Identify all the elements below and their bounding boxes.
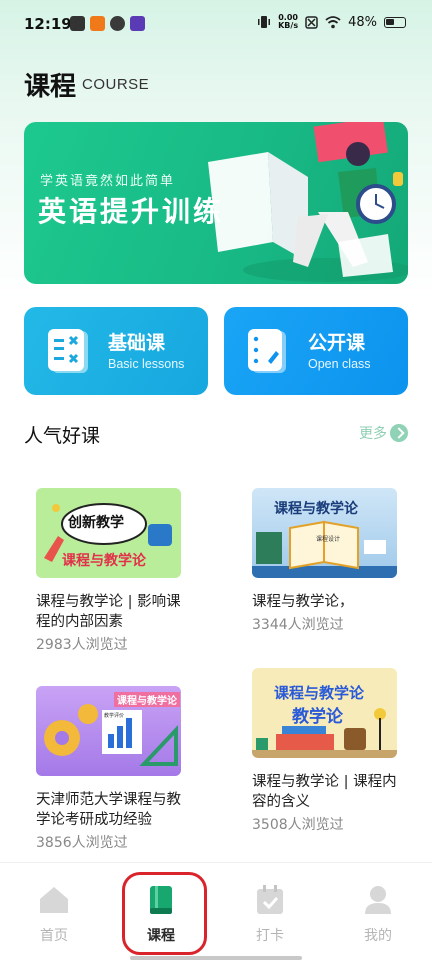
link-icon xyxy=(110,16,125,31)
battery-icon xyxy=(384,16,406,28)
course-title: 课程与教学论 | 课程内容的含义 xyxy=(252,774,397,810)
nav-mine-label: 我的 xyxy=(364,928,392,944)
vibrate-icon xyxy=(258,16,271,28)
thumb-subheading: 课程设计 xyxy=(316,536,341,543)
page-subtitle: COURSE xyxy=(82,76,150,93)
course-card[interactable]: 课程与教学论 课程设计 课程与教学论， 3344人浏览过 xyxy=(252,488,402,634)
home-indicator xyxy=(130,956,302,960)
reading-student-illustration xyxy=(208,122,408,282)
battery-percent: 48% xyxy=(348,14,377,30)
more-label: 更多 xyxy=(359,426,387,442)
thumb-heading: 课程与教学论 xyxy=(114,692,180,707)
course-card[interactable]: 课程与教学论 教学论 课程与教学论 | 课程内容的含义 3508人浏览过 xyxy=(252,668,402,834)
app-notification-icon xyxy=(90,16,105,31)
open-class-subtitle: Open class xyxy=(308,357,371,371)
course-views: 3856人浏览过 xyxy=(36,835,128,851)
course-thumbnail: 创新教学 课程与教学论 xyxy=(36,488,181,578)
chevron-right-icon xyxy=(390,424,408,442)
page-title: 课程 xyxy=(24,72,77,102)
thumb-heading: 课程与教学论 xyxy=(274,501,358,517)
open-class-title: 公开课 xyxy=(308,332,366,354)
nav-checkin[interactable]: 打卡 xyxy=(240,885,300,945)
course-views: 2983人浏览过 xyxy=(36,637,128,653)
bottom-nav: 首页 课程 打卡 我的 xyxy=(0,862,432,964)
open-class-card[interactable]: 公开课 Open class xyxy=(224,307,408,395)
list-calc-icon xyxy=(48,329,88,373)
mail-icon xyxy=(70,16,85,31)
course-card[interactable]: 创新教学 课程与教学论 课程与教学论 | 影响课程的内部因素 2983人浏览过 xyxy=(36,488,186,654)
banner-title: 英语提升训练 xyxy=(38,195,225,228)
home-icon xyxy=(40,887,68,913)
no-sim-icon xyxy=(305,15,318,29)
banner-subtitle: 学英语竟然如此简单 xyxy=(40,174,176,189)
user-icon xyxy=(365,886,391,914)
course-title: 课程与教学论， xyxy=(252,594,354,610)
status-bar: 12:19 0.00 KB/s 48% xyxy=(0,0,432,50)
basic-lessons-subtitle: Basic lessons xyxy=(108,357,185,371)
notification-icons xyxy=(70,16,145,31)
nav-home[interactable]: 首页 xyxy=(24,885,84,945)
thumb-heading: 课程与教学论 xyxy=(274,684,365,702)
promo-banner[interactable]: 学英语竟然如此简单 英语提升训练 xyxy=(24,122,408,284)
course-thumbnail: 课程与教学论 教学评价 xyxy=(36,686,181,776)
thumb-subheading: 教学评价 xyxy=(104,713,125,719)
nav-checkin-label: 打卡 xyxy=(256,928,284,944)
status-right: 0.00 KB/s 48% xyxy=(257,14,406,30)
section-title: 人气好课 xyxy=(24,425,101,447)
course-title: 天津师范大学课程与教学论考研成功经验 xyxy=(36,792,181,828)
net-speed: 0.00 KB/s xyxy=(278,13,299,30)
play-icon xyxy=(130,16,145,31)
nav-mine[interactable]: 我的 xyxy=(348,885,408,945)
course-thumbnail: 课程与教学论 教学论 xyxy=(252,668,397,758)
course-title: 课程与教学论 | 影响课程的内部因素 xyxy=(36,594,181,630)
nav-home-label: 首页 xyxy=(40,928,68,944)
wifi-icon xyxy=(325,15,341,28)
course-views: 3508人浏览过 xyxy=(252,817,344,833)
thumb-subheading: 教学论 xyxy=(292,707,343,727)
status-time: 12:19 xyxy=(24,15,72,33)
more-link[interactable]: 更多 xyxy=(359,423,408,443)
course-card[interactable]: 课程与教学论 教学评价 天津师范大学课程与教学论考研成功经验 3856人浏览过 xyxy=(36,686,186,852)
thumb-heading: 创新教学 xyxy=(68,515,124,531)
calendar-check-icon xyxy=(257,885,283,914)
basic-lessons-title: 基础课 xyxy=(108,332,166,354)
notebook-icon xyxy=(248,329,286,373)
thumb-subheading: 课程与教学论 xyxy=(62,553,146,569)
course-thumbnail: 课程与教学论 课程设计 xyxy=(252,488,397,578)
basic-lessons-card[interactable]: 基础课 Basic lessons xyxy=(24,307,208,395)
highlight-ring xyxy=(122,872,207,955)
course-views: 3344人浏览过 xyxy=(252,617,344,633)
